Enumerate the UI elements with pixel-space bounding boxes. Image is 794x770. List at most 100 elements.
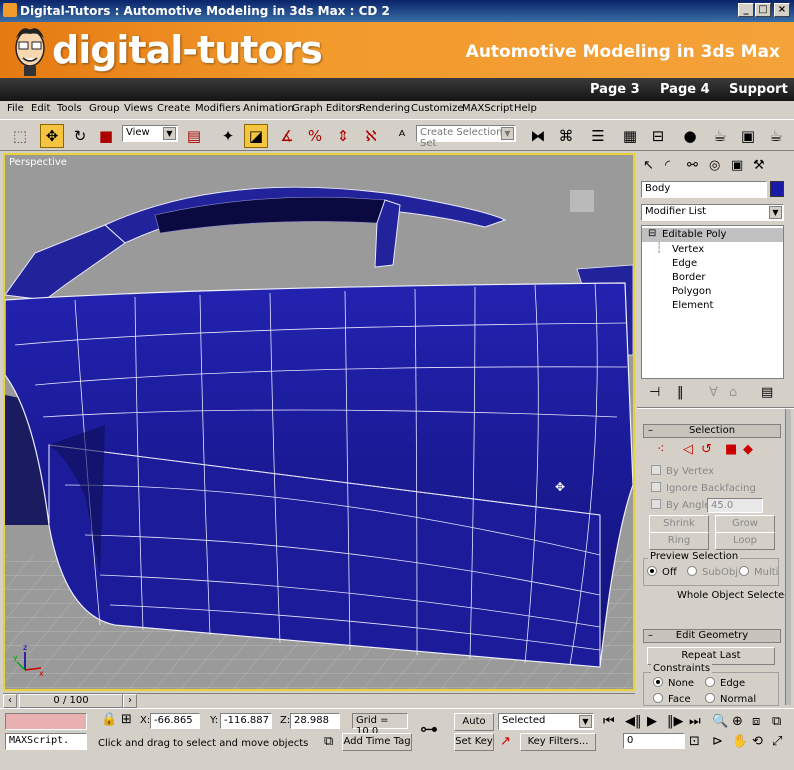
element-mode-icon[interactable]: ◆ <box>743 443 753 457</box>
preview-off-radio[interactable]: Off <box>647 566 677 578</box>
maximize-viewport-icon[interactable]: ⤢ <box>772 735 782 749</box>
stack-item-editable-poly[interactable]: ⊟ Editable Poly <box>642 228 783 242</box>
zoom-all-icon[interactable]: ⊕ <box>732 715 743 729</box>
display-tab-icon[interactable]: ▣ <box>731 159 743 173</box>
y-coord-field[interactable]: -116.887 <box>220 713 272 729</box>
align-icon[interactable]: ⌘ <box>554 124 578 148</box>
utilities-tab-icon[interactable]: ⚒ <box>753 159 765 173</box>
constraint-edge-radio[interactable]: Edge <box>705 677 745 689</box>
edge-mode-icon[interactable]: ◁ <box>683 443 693 457</box>
angle-value-field[interactable]: 45.0 <box>707 498 763 513</box>
preview-subobj-radio[interactable]: SubObj <box>687 566 738 578</box>
quick-render-icon[interactable]: ▣ <box>736 124 760 148</box>
page3-link[interactable]: Page 3 <box>590 82 640 97</box>
lock-selection-icon[interactable]: 🔒 <box>101 713 117 727</box>
shrink-button[interactable]: Shrink <box>649 515 709 533</box>
constraint-none-radio[interactable]: None <box>653 677 694 689</box>
object-name-field[interactable]: Body <box>641 181 767 198</box>
remove-modifier-icon[interactable]: ⌂ <box>729 386 737 400</box>
configure-modifier-sets-icon[interactable]: ▤ <box>761 386 773 400</box>
border-mode-icon[interactable]: ↺ <box>701 443 712 457</box>
stack-item-border[interactable]: Border <box>672 272 706 283</box>
perspective-viewport[interactable]: x z y ✥ Perspective <box>3 153 635 691</box>
menu-file[interactable]: File <box>7 103 24 114</box>
select-and-manipulate-icon[interactable]: ✦ <box>216 124 240 148</box>
zoom-extents-all-icon[interactable]: ⧉ <box>772 715 781 729</box>
key-mode-dropdown[interactable]: Selected ▼ <box>498 713 594 730</box>
go-to-start-icon[interactable]: ⏮ <box>603 715 615 729</box>
pivot-center-icon[interactable]: ▤ <box>182 124 206 148</box>
select-and-move-icon[interactable]: ✥ <box>40 124 64 148</box>
by-vertex-checkbox[interactable]: By Vertex <box>651 465 714 477</box>
zoom-extents-icon[interactable]: ⧈ <box>752 715 760 729</box>
field-of-view-icon[interactable]: ⊳ <box>712 735 723 749</box>
vertex-mode-icon[interactable]: ⁖ <box>657 443 665 457</box>
go-to-end-icon[interactable]: ⏭ <box>689 715 701 729</box>
ring-button[interactable]: Ring <box>649 532 709 550</box>
current-frame-field[interactable]: 0 <box>623 733 685 749</box>
preview-multi-radio[interactable]: Multi <box>739 566 778 578</box>
selection-rollout-title[interactable]: – Selection <box>643 424 781 438</box>
polygon-mode-icon[interactable]: ■ <box>725 443 737 457</box>
stack-item-polygon[interactable]: Polygon <box>672 286 711 297</box>
edit-geometry-rollout-title[interactable]: – Edit Geometry <box>643 629 781 643</box>
stack-item-element[interactable]: Element <box>672 300 713 311</box>
render-last-icon[interactable]: ☕ <box>764 124 788 148</box>
previous-frame-icon[interactable]: ◀‖ <box>625 715 642 729</box>
window-title-bar[interactable]: Digital-Tutors : Automotive Modeling in … <box>0 0 794 22</box>
mirror-icon[interactable]: ⧓ <box>526 124 550 148</box>
time-slider[interactable]: ‹ 0 / 100 › <box>3 693 635 708</box>
maximize-button[interactable]: □ <box>755 3 771 17</box>
make-unique-icon[interactable]: ∀ <box>709 386 718 400</box>
menu-animation[interactable]: Animation <box>243 103 294 114</box>
next-frame-arrow-icon[interactable]: › <box>123 694 137 708</box>
time-tag-icon[interactable]: ⧉ <box>324 735 333 749</box>
grow-button[interactable]: Grow <box>715 515 775 533</box>
named-selection-set-dropdown[interactable]: Create Selection Set ▼ <box>416 125 516 149</box>
show-end-result-icon[interactable]: ‖ <box>677 386 684 400</box>
maxscript-listener-top[interactable] <box>5 713 87 730</box>
abc-named-selection-icon[interactable]: ᴬ <box>390 124 414 148</box>
set-key-icon[interactable]: ⊶ <box>420 721 438 739</box>
absolute-mode-icon[interactable]: ⊞ <box>121 713 132 727</box>
percent-snap-icon[interactable]: % <box>303 124 327 148</box>
page4-link[interactable]: Page 4 <box>660 82 710 97</box>
next-frame-icon[interactable]: ‖▶ <box>667 715 684 729</box>
menu-group[interactable]: Group <box>89 103 119 114</box>
menu-rendering[interactable]: Rendering <box>359 103 410 114</box>
menu-edit[interactable]: Edit <box>31 103 50 114</box>
object-color-swatch[interactable] <box>770 181 784 197</box>
create-tab-icon[interactable]: ↖ <box>643 159 654 173</box>
key-filters-button[interactable]: Key Filters... <box>520 733 596 751</box>
z-coord-field[interactable]: 28.988 <box>290 713 340 729</box>
menu-views[interactable]: Views <box>124 103 153 114</box>
render-scene-icon[interactable]: ☕ <box>708 124 732 148</box>
modifier-list-dropdown[interactable]: Modifier List ▼ <box>641 204 784 221</box>
curve-editor-icon[interactable]: ▦ <box>618 124 642 148</box>
menu-tools[interactable]: Tools <box>57 103 82 114</box>
time-slider-thumb[interactable]: 0 / 100 <box>19 694 123 708</box>
ignore-backfacing-checkbox[interactable]: Ignore Backfacing <box>651 482 756 494</box>
select-and-scale-icon[interactable]: ■ <box>94 124 118 148</box>
set-key-button[interactable]: Set Key <box>454 733 494 751</box>
spinner-snap-icon[interactable]: ⇕ <box>331 124 355 148</box>
add-time-tag-button[interactable]: Add Time Tag <box>342 733 412 751</box>
close-button[interactable]: × <box>774 3 790 17</box>
support-link[interactable]: Support <box>729 82 788 97</box>
pan-hand-icon[interactable]: ✋ <box>732 735 748 749</box>
edit-named-selections-icon[interactable]: ℵ <box>359 124 383 148</box>
constraint-normal-radio[interactable]: Normal <box>705 693 756 705</box>
viewport-label[interactable]: Perspective <box>9 157 67 168</box>
play-icon[interactable]: ▶ <box>647 715 657 729</box>
select-object-icon[interactable]: ⬚ <box>8 124 32 148</box>
command-panel-scrollbar[interactable] <box>785 409 791 705</box>
schematic-view-icon[interactable]: ⊟ <box>646 124 670 148</box>
menu-maxscript[interactable]: MAXScript <box>462 103 513 114</box>
prev-frame-arrow-icon[interactable]: ‹ <box>3 694 17 708</box>
maxscript-mini-listener[interactable]: MAXScript. <box>5 733 87 750</box>
viewcube-icon[interactable] <box>570 190 594 212</box>
constraint-face-radio[interactable]: Face <box>653 693 691 705</box>
x-coord-field[interactable]: -66.865 <box>150 713 200 729</box>
stack-item-vertex[interactable]: Vertex <box>672 244 704 255</box>
arc-rotate-icon[interactable]: ⟲ <box>752 735 763 749</box>
